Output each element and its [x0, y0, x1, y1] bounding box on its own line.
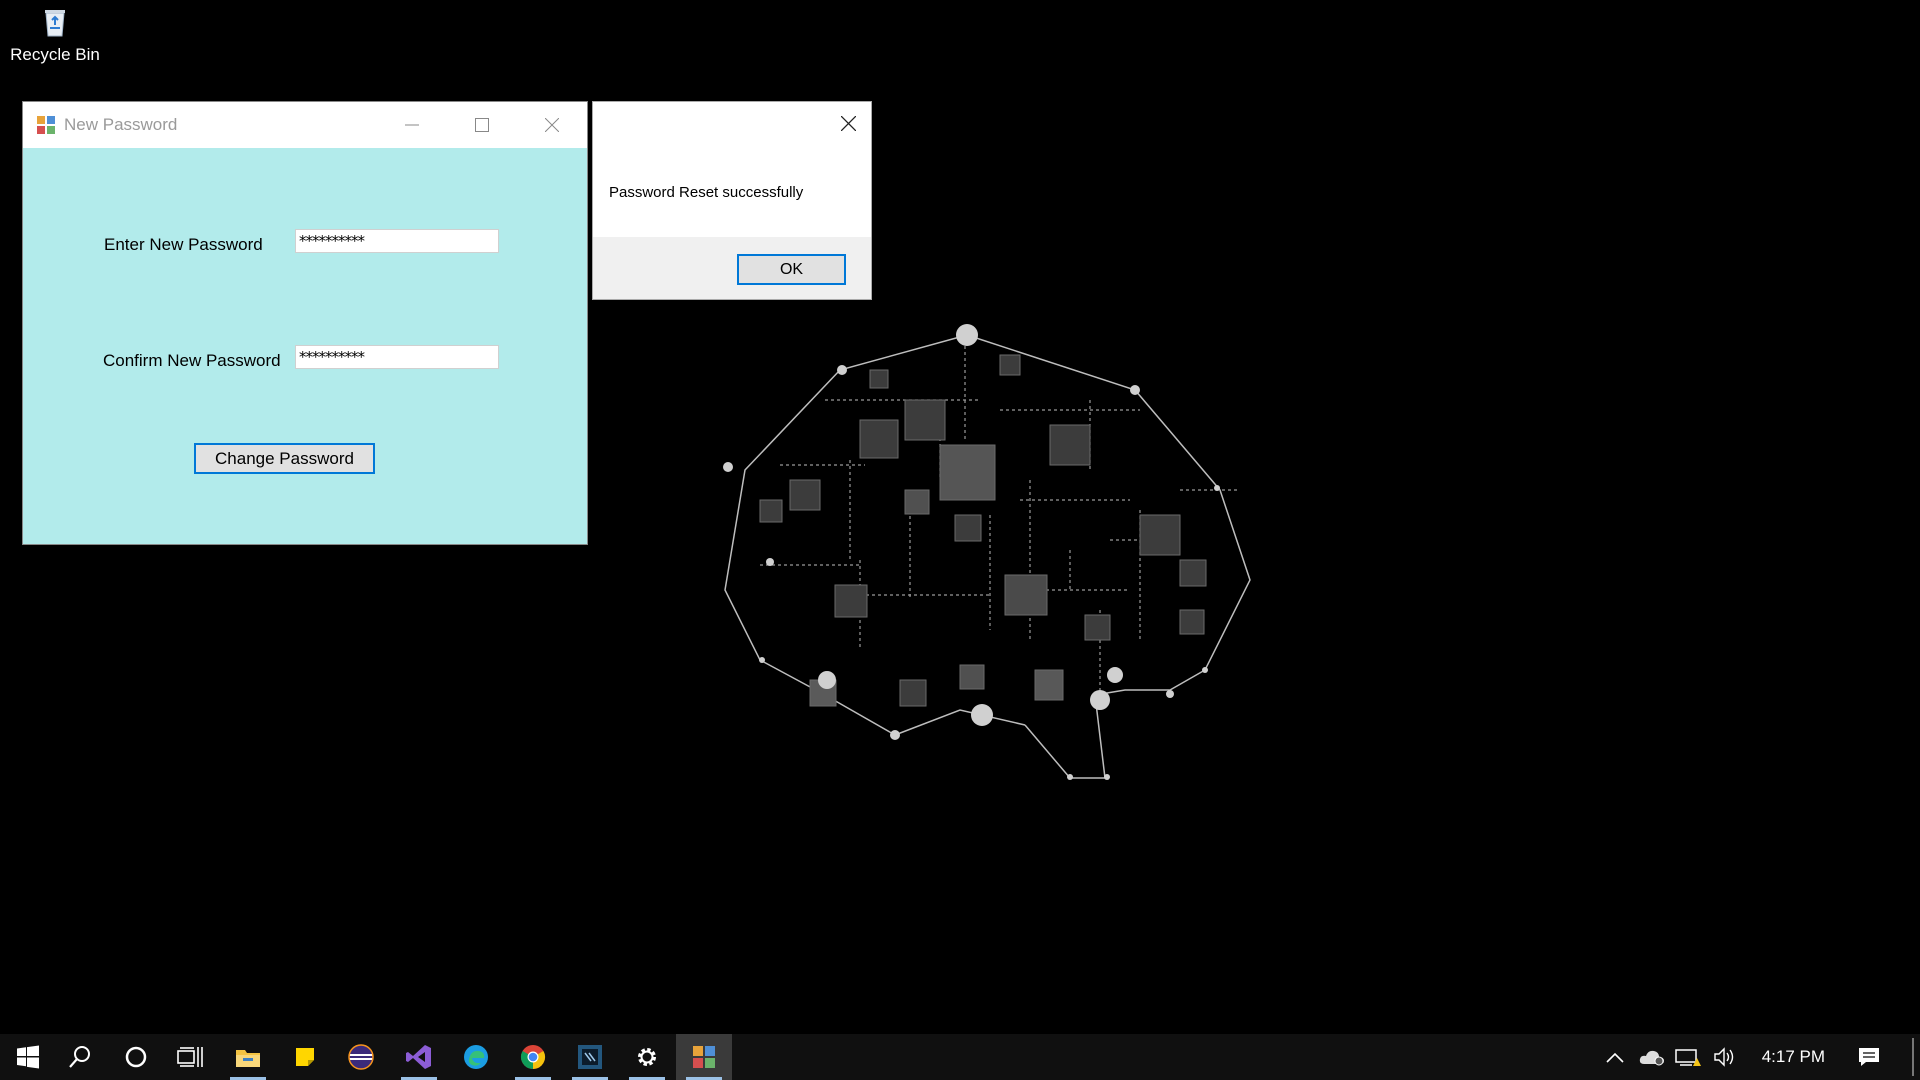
maximize-icon: [475, 118, 489, 132]
taskbar-file-explorer[interactable]: [220, 1034, 276, 1080]
sticky-notes-icon: [296, 1048, 314, 1066]
message-close-button[interactable]: [825, 102, 871, 144]
visual-studio-icon: [406, 1045, 431, 1069]
taskbar-visual-studio[interactable]: [391, 1034, 447, 1080]
volume-tray[interactable]: [1710, 1034, 1740, 1080]
recycle-bin-icon: [45, 10, 65, 37]
file-explorer-icon: [236, 1050, 260, 1067]
taskbar-edge[interactable]: [448, 1034, 504, 1080]
message-text: Password Reset successfully: [609, 184, 804, 201]
message-footer: OK: [593, 237, 871, 299]
search-icon: [69, 1046, 90, 1068]
cortana-icon: [125, 1046, 147, 1068]
chevron-up-icon: [1606, 1052, 1624, 1063]
show-hidden-icons-button[interactable]: [1603, 1034, 1627, 1080]
app-icon: [37, 116, 55, 134]
windows-start-icon: [17, 1045, 39, 1069]
new-password-window: New Password Enter New Password ********…: [23, 102, 587, 544]
change-password-button[interactable]: Change Password: [194, 443, 375, 474]
network-warning-icon: [1675, 1049, 1701, 1066]
onedrive-icon: [1639, 1050, 1664, 1066]
task-view-button[interactable]: [162, 1034, 218, 1080]
notification-icon: [1859, 1048, 1879, 1066]
search-button[interactable]: [52, 1034, 108, 1080]
taskbar-sticky-notes[interactable]: [277, 1034, 333, 1080]
taskbar-clock[interactable]: 4:17 PM: [1762, 1034, 1825, 1080]
new-password-app-icon: [693, 1046, 715, 1068]
window-title: New Password: [64, 115, 178, 134]
ok-button[interactable]: OK: [737, 254, 846, 285]
new-password-field[interactable]: **********: [295, 229, 499, 253]
taskbar: 4:17 PM: [0, 1034, 1920, 1080]
taskbar-eclipse[interactable]: [333, 1034, 389, 1080]
action-center-button[interactable]: [1854, 1034, 1884, 1080]
close-button[interactable]: [517, 102, 587, 148]
start-button[interactable]: [0, 1034, 56, 1080]
minimize-icon: [405, 124, 419, 126]
edge-icon: [464, 1045, 488, 1069]
cortana-button[interactable]: [108, 1034, 164, 1080]
confirm-password-field[interactable]: **********: [295, 345, 499, 369]
taskbar-pycharm[interactable]: [562, 1034, 618, 1080]
eclipse-icon: [348, 1044, 374, 1070]
close-icon: [840, 115, 856, 131]
show-desktop-button[interactable]: [1912, 1038, 1914, 1076]
taskbar-new-password-app[interactable]: [676, 1034, 732, 1080]
message-box: Password Reset successfully OK: [593, 102, 871, 299]
close-icon: [545, 118, 559, 132]
volume-icon: [1714, 1047, 1734, 1067]
brain-circuit-wallpaper: [723, 324, 1251, 780]
pycharm-icon: [578, 1045, 602, 1069]
desktop-icon-label: Recycle Bin: [10, 45, 100, 64]
maximize-button[interactable]: [447, 102, 517, 148]
desktop-icon-recycle-bin[interactable]: Recycle Bin: [8, 6, 102, 65]
taskbar-chrome[interactable]: [505, 1034, 561, 1080]
onedrive-tray[interactable]: [1637, 1034, 1667, 1080]
taskbar-settings[interactable]: [619, 1034, 675, 1080]
task-view-icon: [177, 1047, 203, 1067]
enter-password-label: Enter New Password: [104, 235, 263, 254]
minimize-button[interactable]: [377, 102, 447, 148]
chrome-icon: [520, 1045, 546, 1069]
settings-icon: [638, 1048, 656, 1066]
network-tray[interactable]: [1673, 1034, 1703, 1080]
title-bar[interactable]: New Password: [23, 102, 587, 148]
confirm-password-label: Confirm New Password: [103, 351, 281, 370]
